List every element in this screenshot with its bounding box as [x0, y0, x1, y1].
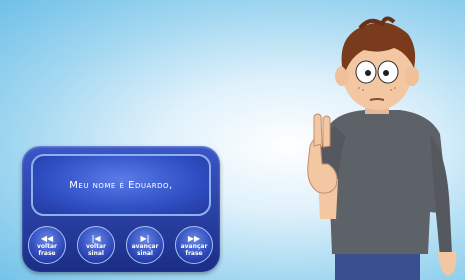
player-stage: Meu nome é Eduardo, ◀◀ voltar frase |◀ v… [0, 0, 465, 280]
signing-avatar [307, 16, 457, 280]
subtitle-text: Meu nome é Eduardo, [69, 179, 173, 191]
next-phrase-button[interactable]: ▶▶ avançar frase [175, 226, 213, 264]
skip-forward-icon: ▶| [140, 233, 150, 243]
fast-forward-icon: ▶▶ [187, 233, 201, 243]
button-label: voltar [86, 242, 106, 250]
playback-controls: ◀◀ voltar frase |◀ voltar sinal ▶| avanç… [22, 226, 220, 266]
button-label: sinal [87, 249, 104, 257]
previous-phrase-button[interactable]: ◀◀ voltar frase [28, 226, 66, 264]
subtitle-display: Meu nome é Eduardo, [31, 154, 211, 216]
button-label: frase [38, 249, 56, 257]
button-label: avançar [180, 242, 208, 250]
next-sign-button[interactable]: ▶| avançar sinal [126, 226, 164, 264]
button-label: voltar [37, 242, 57, 250]
button-label: frase [185, 249, 203, 257]
skip-back-icon: |◀ [91, 233, 101, 243]
previous-sign-button[interactable]: |◀ voltar sinal [77, 226, 115, 264]
sign-player-panel: Meu nome é Eduardo, ◀◀ voltar frase |◀ v… [22, 146, 220, 272]
button-label: avançar [131, 242, 159, 250]
rewind-icon: ◀◀ [40, 233, 54, 243]
button-label: sinal [136, 249, 153, 257]
